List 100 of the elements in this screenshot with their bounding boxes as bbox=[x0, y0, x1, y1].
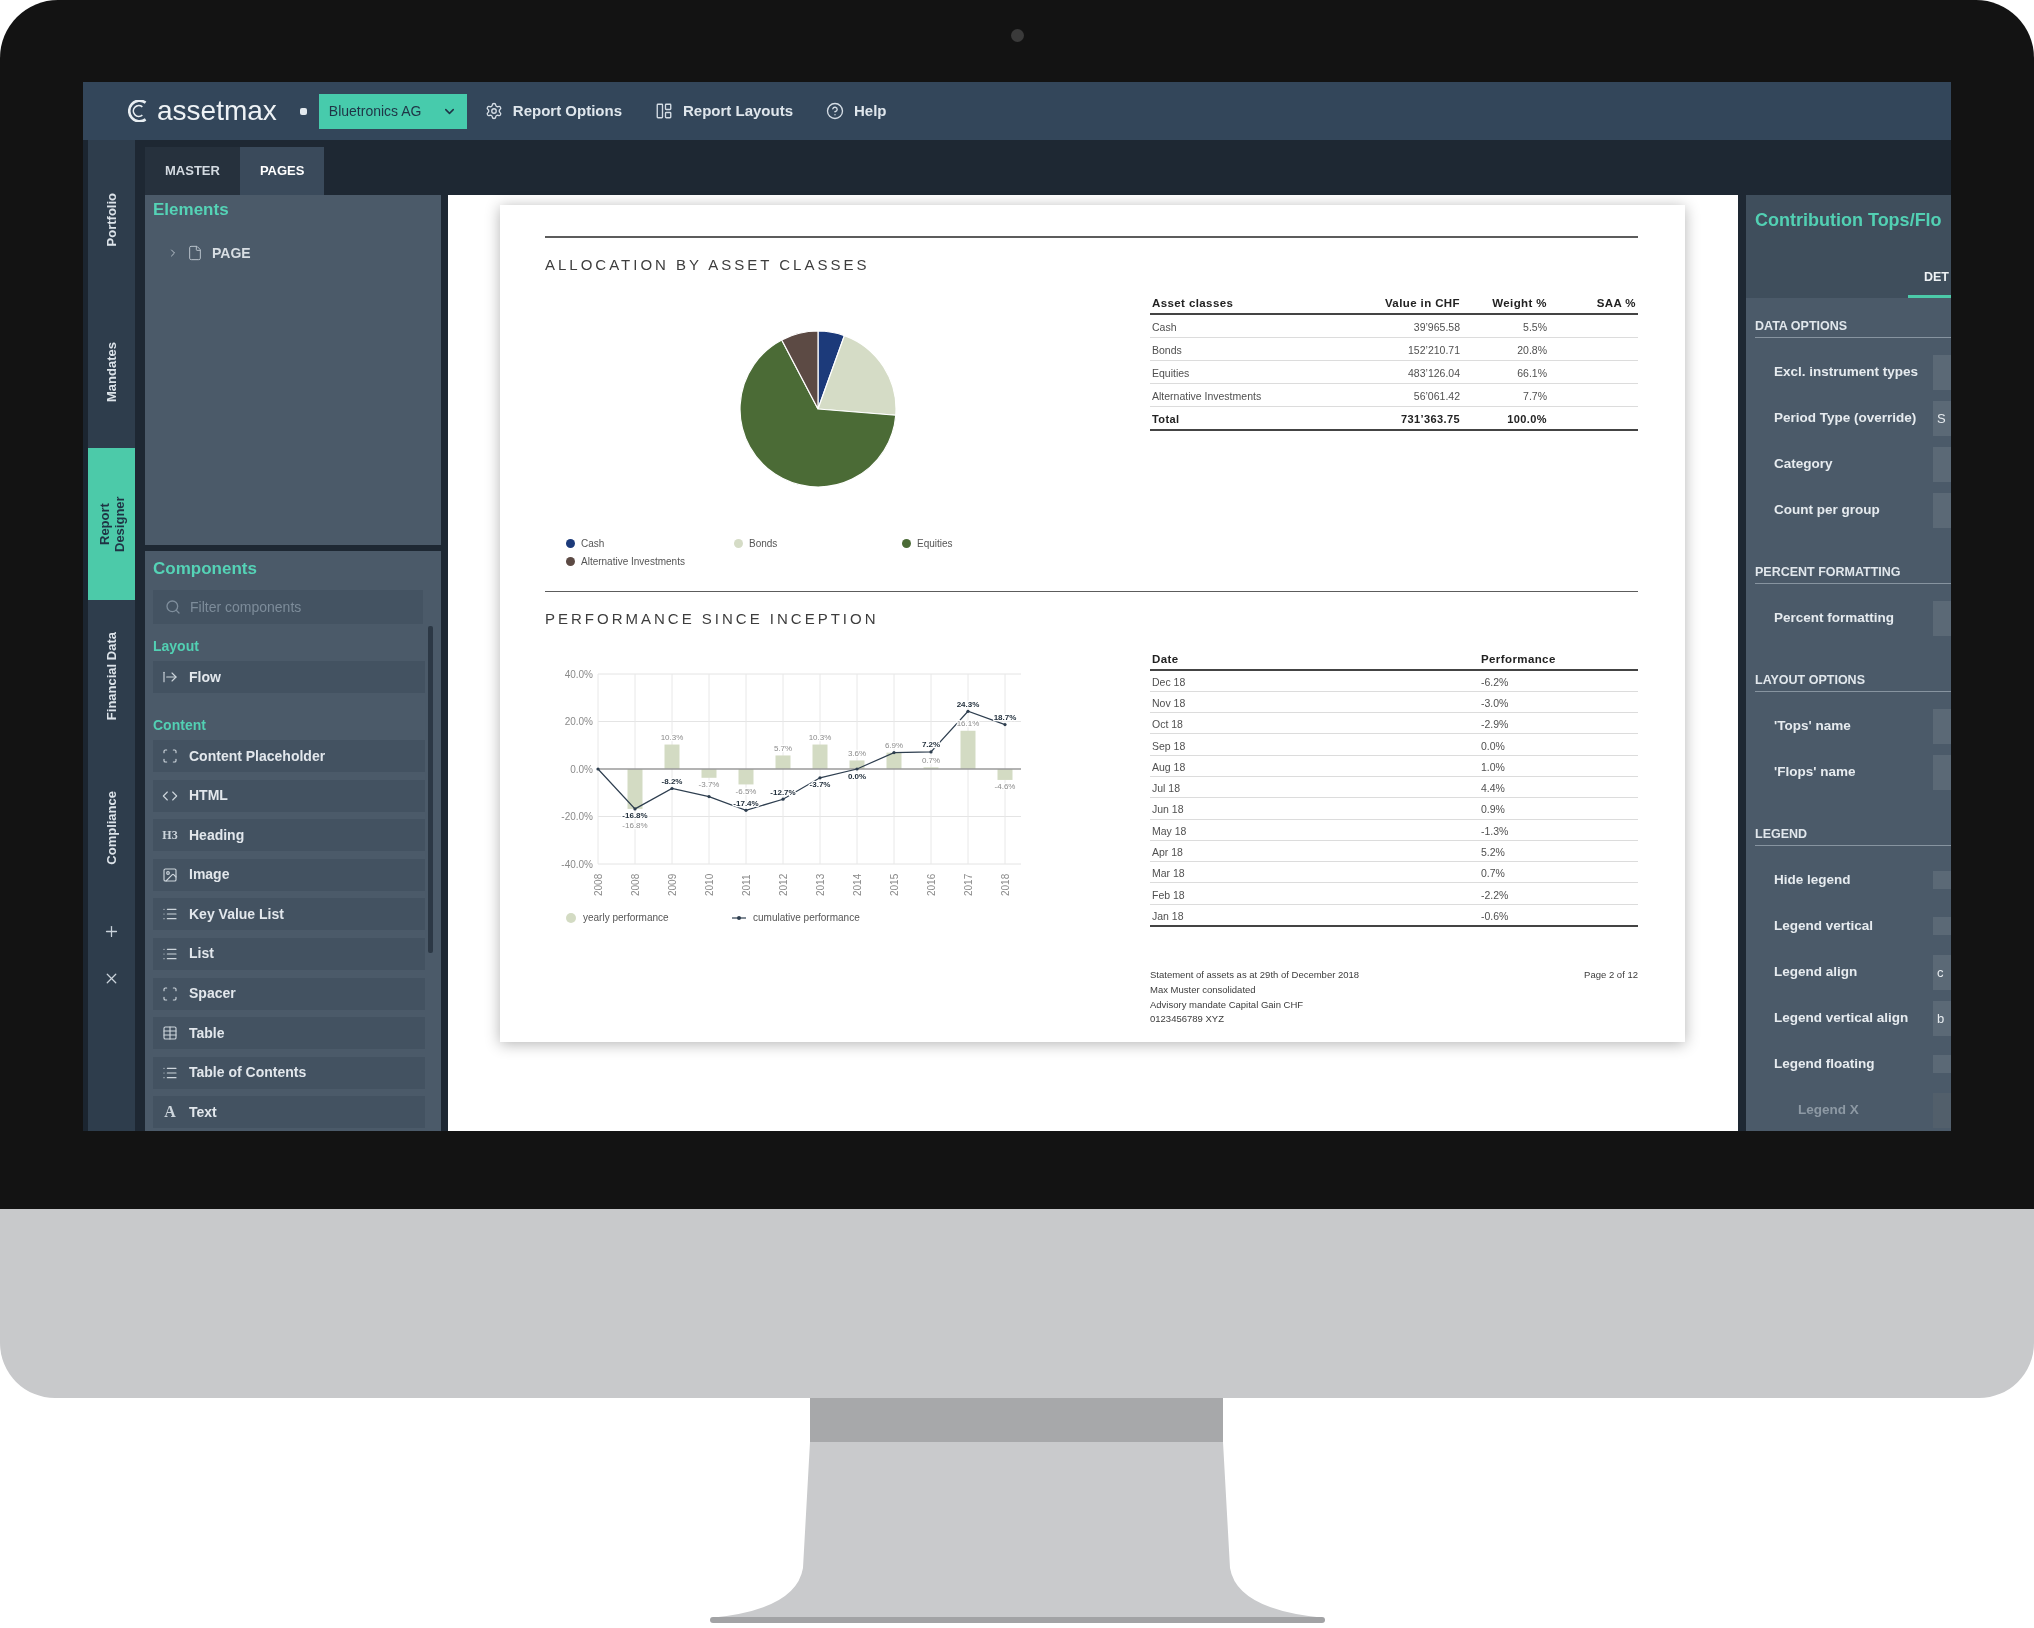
table-cell: Sep 18 bbox=[1152, 739, 1186, 752]
group-label: Content bbox=[153, 716, 206, 735]
footer-line: Statement of assets as at 29th of December 2018 bbox=[1150, 968, 1360, 983]
data-label: -16.8% bbox=[622, 810, 648, 820]
axis-label: 2010 bbox=[703, 873, 715, 896]
section-title: ALLOCATION BY ASSET CLASSES bbox=[545, 254, 870, 275]
data-label: 10.3% bbox=[660, 732, 684, 742]
footer-line: Max Muster consolidated bbox=[1150, 982, 1256, 997]
data-label: 10.3% bbox=[808, 732, 832, 742]
table-cell: 66.1% bbox=[1517, 366, 1547, 379]
column-header: SAA % bbox=[1596, 296, 1636, 309]
table-cell: May 18 bbox=[1152, 824, 1187, 837]
table-cell: Cash bbox=[1152, 320, 1177, 333]
axis-label: 2016 bbox=[925, 873, 937, 896]
table-cell: Jul 18 bbox=[1152, 782, 1181, 795]
legend-label: yearly performance bbox=[583, 911, 669, 925]
data-label: 5.7% bbox=[773, 743, 793, 753]
field-label: Category bbox=[1774, 454, 1833, 473]
table-cell: 5.5% bbox=[1523, 320, 1547, 333]
data-label: -3.7% bbox=[809, 779, 831, 789]
data-label: -6.5% bbox=[735, 786, 757, 796]
section-title: PERFORMANCE SINCE INCEPTION bbox=[545, 609, 879, 629]
field-label: Legend vertical bbox=[1774, 916, 1874, 935]
column-header: Asset classes bbox=[1152, 296, 1234, 309]
axis-label: 2017 bbox=[962, 873, 974, 896]
table-cell: 483’126.04 bbox=[1408, 366, 1460, 379]
table-cell: Aug 18 bbox=[1152, 760, 1186, 773]
page-number: Page 2 of 12 bbox=[1584, 968, 1638, 983]
axis-label: 40.0% bbox=[564, 668, 593, 679]
axis-label: 2014 bbox=[851, 873, 863, 896]
table-cell: Nov 18 bbox=[1152, 696, 1186, 709]
data-label: 24.3% bbox=[956, 699, 980, 709]
legend-label: cumulative performance bbox=[753, 911, 860, 925]
table-cell: Apr 18 bbox=[1152, 846, 1183, 859]
table-cell: Mar 18 bbox=[1152, 867, 1185, 880]
data-label: -17.4% bbox=[733, 798, 759, 808]
axis-label: 2008 bbox=[629, 873, 641, 896]
section-header: PERCENT FORMATTING bbox=[1755, 562, 1951, 584]
field-label: Period Type (override) bbox=[1774, 408, 1917, 427]
axis-label: 2013 bbox=[814, 873, 826, 896]
table-cell: Oct 18 bbox=[1152, 718, 1183, 731]
axis-label: 2009 bbox=[666, 873, 678, 896]
field-label: Percent formatting bbox=[1774, 608, 1895, 627]
table-cell: Equities bbox=[1152, 366, 1190, 379]
table-cell: Alternative Investments bbox=[1152, 389, 1262, 402]
axis-label: 2018 bbox=[999, 873, 1011, 896]
axis-label: 2012 bbox=[777, 873, 789, 896]
table-cell: Jan 18 bbox=[1152, 909, 1184, 922]
table-cell: 56’061.42 bbox=[1413, 389, 1460, 402]
panel-title: Contribution Tops/Flo bbox=[1755, 210, 1942, 230]
table-cell: -1.3% bbox=[1481, 824, 1509, 837]
data-label: -4.6% bbox=[994, 781, 1016, 791]
legend-label: Bonds bbox=[749, 537, 778, 551]
section-header: LEGEND bbox=[1755, 824, 1951, 846]
text-icon: A bbox=[162, 1104, 178, 1121]
column-header: Date bbox=[1152, 652, 1179, 665]
table-cell: -0.6% bbox=[1481, 909, 1509, 922]
data-label: 6.9% bbox=[884, 740, 904, 750]
field-label: 'Tops' name bbox=[1774, 716, 1851, 735]
field-label: Hide legend bbox=[1774, 870, 1851, 889]
section-header: DATA OPTIONS bbox=[1755, 316, 1951, 338]
axis-label: -40.0% bbox=[561, 858, 593, 869]
footer-line: 0123456789 XYZ bbox=[1150, 1012, 1224, 1027]
table-cell: Feb 18 bbox=[1152, 888, 1185, 901]
table-cell: 5.2% bbox=[1481, 846, 1505, 859]
legend-label: Cash bbox=[581, 537, 605, 551]
field-label: Legend vertical align bbox=[1774, 1008, 1909, 1027]
table-cell: Dec 18 bbox=[1152, 675, 1186, 688]
axis-label: 20.0% bbox=[564, 715, 593, 727]
table-cell: 20.8% bbox=[1517, 343, 1547, 356]
legend-label: Alternative Investments bbox=[581, 555, 685, 569]
axis-label: -20.0% bbox=[561, 810, 593, 822]
field-label: Legend align bbox=[1774, 962, 1858, 981]
column-header: Value in CHF bbox=[1384, 296, 1460, 309]
field-label: Legend floating bbox=[1774, 1054, 1875, 1073]
data-label: -8.2% bbox=[661, 776, 683, 786]
table-cell: Bonds bbox=[1152, 343, 1182, 356]
field-label: Legend X bbox=[1798, 1100, 1859, 1119]
table-cell: 7.7% bbox=[1523, 389, 1547, 402]
table-cell: 39’965.58 bbox=[1413, 320, 1460, 333]
table-cell: 0.0% bbox=[1481, 739, 1505, 752]
table-cell: 152’210.71 bbox=[1408, 343, 1460, 356]
heading-icon: H3 bbox=[162, 827, 178, 844]
table-cell: Total bbox=[1152, 412, 1180, 425]
data-label: 18.7% bbox=[993, 712, 1017, 722]
table-cell: 4.4% bbox=[1481, 782, 1505, 795]
table-cell: 0.7% bbox=[1481, 867, 1505, 880]
table-cell: 0.9% bbox=[1481, 803, 1505, 816]
table-cell: -2.9% bbox=[1481, 718, 1509, 731]
panel-title: Elements bbox=[153, 199, 229, 221]
data-label: -3.7% bbox=[698, 779, 720, 789]
group-label: Layout bbox=[153, 637, 199, 656]
data-label: 3.6% bbox=[847, 748, 867, 758]
column-header: Weight % bbox=[1492, 296, 1547, 309]
footer-line: Advisory mandate Capital Gain CHF bbox=[1150, 997, 1304, 1012]
field-label: Excl. instrument types bbox=[1774, 362, 1919, 381]
column-header: Performance bbox=[1481, 652, 1556, 665]
table-cell: -6.2% bbox=[1481, 675, 1509, 688]
table-cell: Jun 18 bbox=[1152, 803, 1184, 816]
table-cell: -2.2% bbox=[1481, 888, 1509, 901]
